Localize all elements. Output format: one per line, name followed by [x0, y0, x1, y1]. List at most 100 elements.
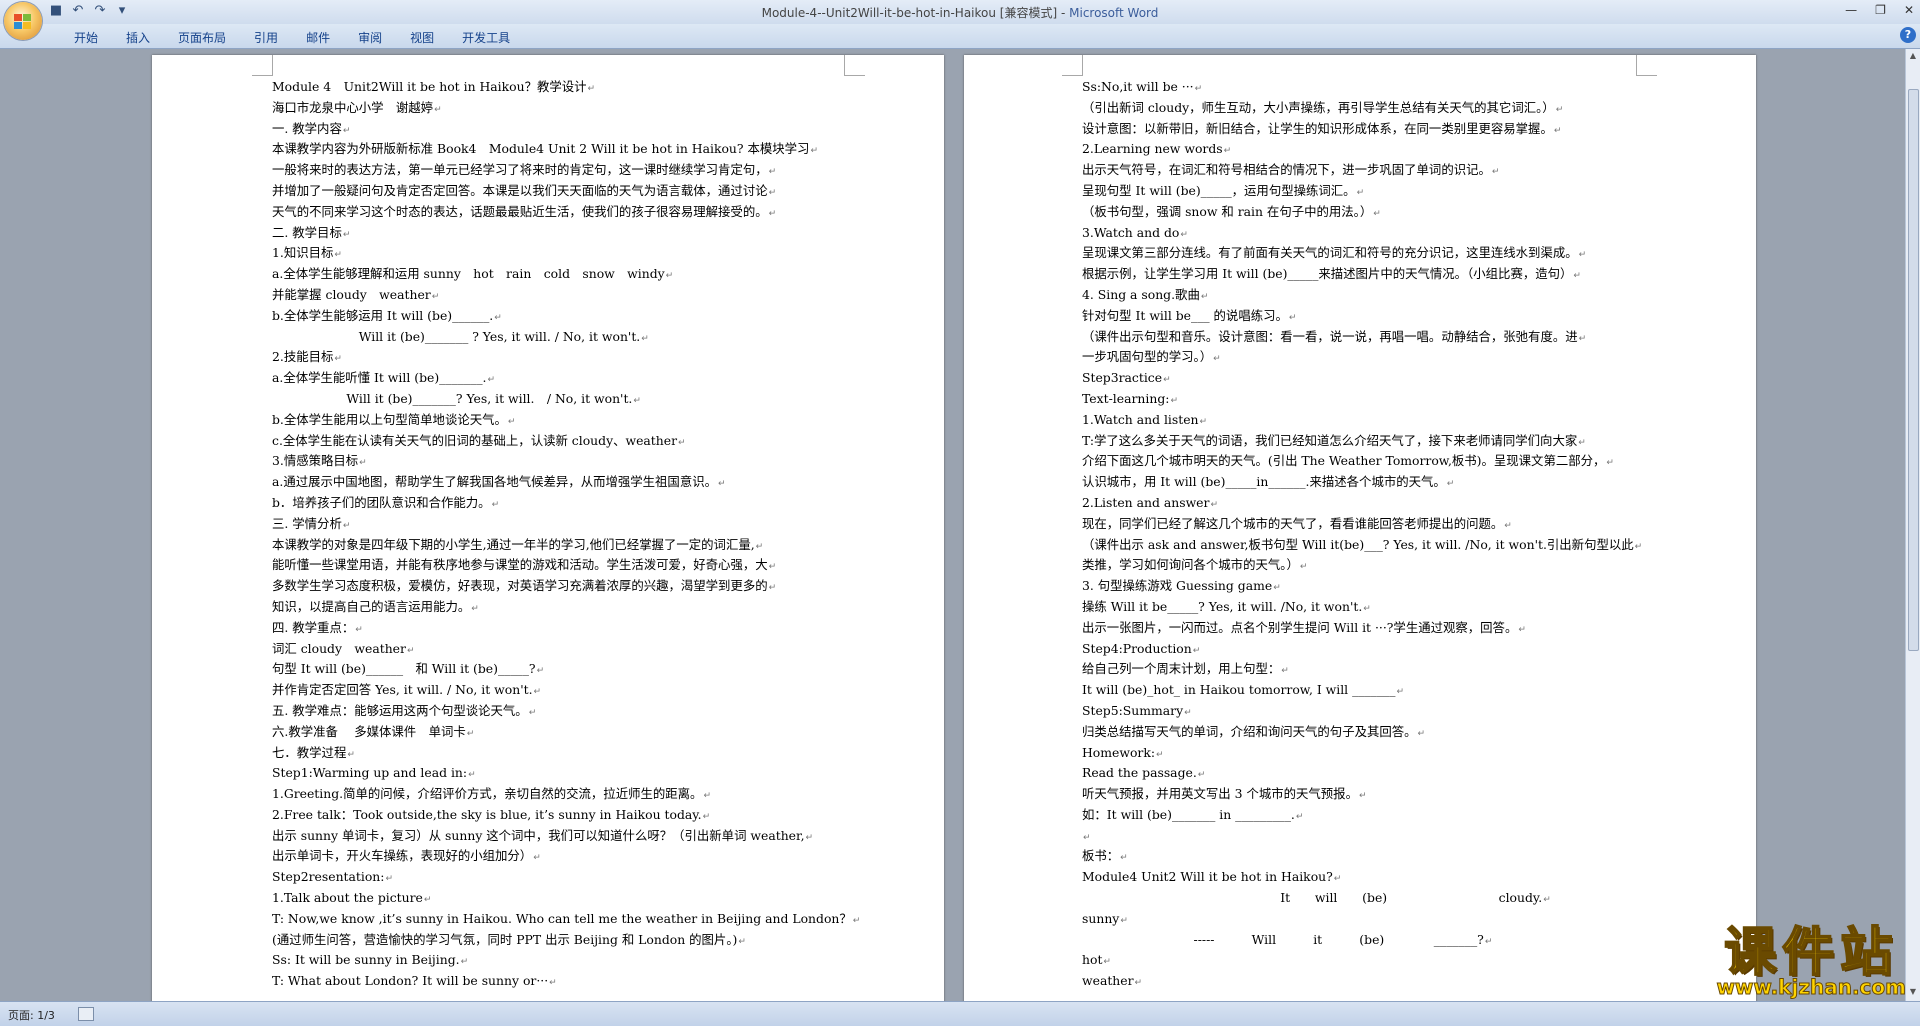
- scroll-up-icon[interactable]: ▲: [1908, 51, 1918, 63]
- line-text: b.全体学生能够运用 It will (be)______.: [272, 307, 494, 323]
- line-text: 呈现课文第三部分连线。有了前面有关天气的词汇和符号的充分识记，这里连线水到渠成。: [1082, 245, 1578, 261]
- page-1[interactable]: Module 4 Unit2Will it be hot in Haikou？教…: [152, 55, 944, 1001]
- paragraph-mark-icon: ↵: [678, 437, 686, 448]
- paragraph-mark-icon: ↵: [1200, 291, 1209, 302]
- paragraph-mark-icon: ↵: [1120, 915, 1128, 926]
- ribbon-tab[interactable]: 审阅: [344, 29, 396, 47]
- title-bar: ■ ↶ ↷ ▾ Module-4--Unit2Will-it-be-hot-in…: [0, 0, 1920, 40]
- text-line: weather↵: [1082, 971, 1638, 992]
- text-line: 词汇 cloudy weather↵: [272, 639, 832, 660]
- paragraph-mark-icon: ↵: [1288, 312, 1297, 323]
- paragraph-mark-icon: ↵: [768, 208, 777, 219]
- close-icon[interactable]: ✕: [1904, 3, 1914, 17]
- text-line: a.全体学生能听懂 It will (be)_______.↵: [272, 368, 832, 389]
- line-text: 一般将来时的表达方法，第一单元已经学习了将来时的肯定句，这一课时继续学习肯定句，: [272, 162, 768, 178]
- watermark-name: 课件站: [1723, 923, 1899, 983]
- paragraph-mark-icon: ↵: [641, 333, 649, 344]
- ribbon-tab[interactable]: 邮件: [292, 29, 344, 47]
- ribbon-tab[interactable]: 开始: [60, 29, 112, 47]
- line-text: ----- Will it (be) _______?: [1082, 931, 1484, 947]
- text-line: 二. 教学目标↵: [272, 223, 832, 244]
- minimize-icon[interactable]: —: [1845, 3, 1857, 17]
- paragraph-mark-icon: ↵: [703, 791, 711, 802]
- text-line: 1.知识目标↵: [272, 243, 832, 264]
- text-line: 并作肯定否定回答 Yes, it will. / No, it won't.↵: [272, 680, 832, 701]
- margin-corner: [844, 55, 865, 76]
- paragraph-mark-icon: ↵: [1295, 811, 1304, 822]
- paragraph-mark-icon: ↵: [423, 895, 432, 906]
- scroll-down-icon[interactable]: ▼: [1908, 987, 1918, 999]
- line-text: 知识，以提高自己的语言运用能力。: [272, 598, 471, 614]
- text-line: c.全体学生能在认读有关天气的旧词的基础上，认读新 cloudy、weather…: [272, 431, 832, 452]
- text-line: 听天气预报，并用英文写出 3 个城市的天气预报。↵: [1082, 784, 1638, 805]
- paragraph-mark-icon: ↵: [1223, 146, 1232, 157]
- office-button[interactable]: [4, 2, 42, 40]
- maximize-icon[interactable]: ❐: [1875, 3, 1886, 17]
- line-text: 听天气预报，并用英文写出 3 个城市的天气预报。: [1082, 786, 1358, 802]
- help-icon[interactable]: ?: [1900, 27, 1916, 43]
- paragraph-mark-icon: ↵: [1573, 271, 1581, 282]
- ribbon-tab[interactable]: 视图: [396, 29, 448, 47]
- page-count[interactable]: 页面: 1/3: [8, 1007, 55, 1023]
- line-text: Homework:: [1082, 744, 1156, 760]
- paragraph-mark-icon: ↵: [1170, 395, 1178, 406]
- text-line: Step3ractice↵: [1082, 368, 1638, 389]
- line-text: 呈现句型 It will (be)_____，运用句型操练词汇。: [1082, 182, 1356, 198]
- line-text: 现在，同学们已经了解这几个城市的天气了，看看谁能回答老师提出的问题。: [1082, 515, 1504, 531]
- text-line: Will it (be)_______ ? Yes, it will. / No…: [272, 327, 832, 348]
- line-text: b.全体学生能用以上句型简单地谈论天气。: [272, 411, 507, 427]
- text-line: 呈现句型 It will (be)_____，运用句型操练词汇。↵: [1082, 181, 1638, 202]
- paragraph-mark-icon: ↵: [334, 354, 342, 365]
- line-text: 海口市龙泉中心小学 谢越婷: [272, 99, 434, 115]
- text-line: 三. 学情分析↵: [272, 514, 832, 535]
- text-line: 并能掌握 cloudy weather↵: [272, 285, 832, 306]
- ribbon-tab[interactable]: 插入: [112, 29, 164, 47]
- line-text: Will it (be)_______? Yes, it will. / No,…: [272, 390, 633, 406]
- text-line: Homework:↵: [1082, 743, 1638, 764]
- line-text: 并增加了一般疑问句及肯定否定回答。本课是以我们天天面临的天气为语言载体，通过讨论: [272, 182, 768, 198]
- scrollbar-thumb[interactable]: [1908, 89, 1919, 651]
- line-text: 七．教学过程: [272, 744, 347, 760]
- line-text: 二. 教学目标: [272, 224, 342, 240]
- ribbon-tab[interactable]: 引用: [240, 29, 292, 47]
- paragraph-mark-icon: ↵: [1273, 583, 1281, 594]
- text-line: hot↵: [1082, 950, 1638, 971]
- paragraph-mark-icon: ↵: [342, 125, 351, 136]
- paragraph-mark-icon: ↵: [805, 832, 814, 843]
- paragraph-mark-icon: ↵: [471, 603, 479, 614]
- text-line: Ss:No,it will be ···↵: [1082, 77, 1638, 98]
- text-line: 板书：↵: [1082, 846, 1638, 867]
- vertical-scrollbar[interactable]: ▲ ▼: [1905, 49, 1920, 1001]
- text-line: 2.Learning new words↵: [1082, 139, 1638, 160]
- text-line: 能听懂一些课堂用语，并能有秩序地参与课堂的游戏和活动。学生活泼可爱，好奇心强，大…: [272, 555, 832, 576]
- paragraph-mark-icon: ↵: [1103, 957, 1111, 968]
- paragraph-mark-icon: ↵: [633, 395, 641, 406]
- text-line: 针对句型 It will be___ 的说唱练习。↵: [1082, 306, 1638, 327]
- paragraph-mark-icon: ↵: [1504, 520, 1512, 531]
- line-text: 1.Watch and listen: [1082, 411, 1199, 427]
- paragraph-mark-icon: ↵: [385, 874, 394, 885]
- text-line: 一般将来时的表达方法，第一单元已经学习了将来时的肯定句，这一课时继续学习肯定句，…: [272, 160, 832, 181]
- line-text: weather: [1082, 973, 1134, 989]
- paragraph-mark-icon: ↵: [1120, 853, 1128, 864]
- ribbon-tab[interactable]: 开发工具: [448, 29, 524, 47]
- paragraph-mark-icon: ↵: [718, 479, 726, 490]
- page-2[interactable]: Ss:No,it will be ···↵ （引出新词 cloudy，师生互动，大…: [964, 55, 1756, 1001]
- line-text: T: What about London? It will be sunny o…: [272, 973, 549, 989]
- text-line: （课件出示句型和音乐。设计意图：看一看，说一说，再唱一唱。动静结合，张弛有度。进…: [1082, 327, 1638, 348]
- line-text: Text-learning:: [1082, 390, 1170, 406]
- text-line: T:学了这么多关于天气的词语，我们已经知道怎么介绍天气了，接下来老师请同学们向大…: [1082, 431, 1638, 452]
- paragraph-mark-icon: ↵: [468, 770, 476, 781]
- proofing-icon[interactable]: [78, 1007, 94, 1021]
- window-title: Module-4--Unit2Will-it-be-hot-in-Haikou …: [0, 4, 1920, 21]
- line-text: 4. Sing a song.歌曲: [1082, 286, 1200, 302]
- paragraph-mark-icon: ↵: [1491, 167, 1500, 178]
- ribbon-tab[interactable]: 页面布局: [164, 29, 240, 47]
- paragraph-mark-icon: ↵: [491, 499, 500, 510]
- text-line: a.全体学生能够理解和运用 sunny hot rain cold snow w…: [272, 264, 832, 285]
- paragraph-mark-icon: ↵: [1213, 354, 1221, 365]
- line-text: 出示一张图片，一闪而过。点名个别学生提问 Will it ···?学生通过观察，…: [1082, 619, 1518, 635]
- paragraph-mark-icon: ↵: [738, 936, 746, 947]
- paragraph-mark-icon: ↵: [1396, 687, 1404, 698]
- paragraph-mark-icon: ↵: [1180, 229, 1188, 240]
